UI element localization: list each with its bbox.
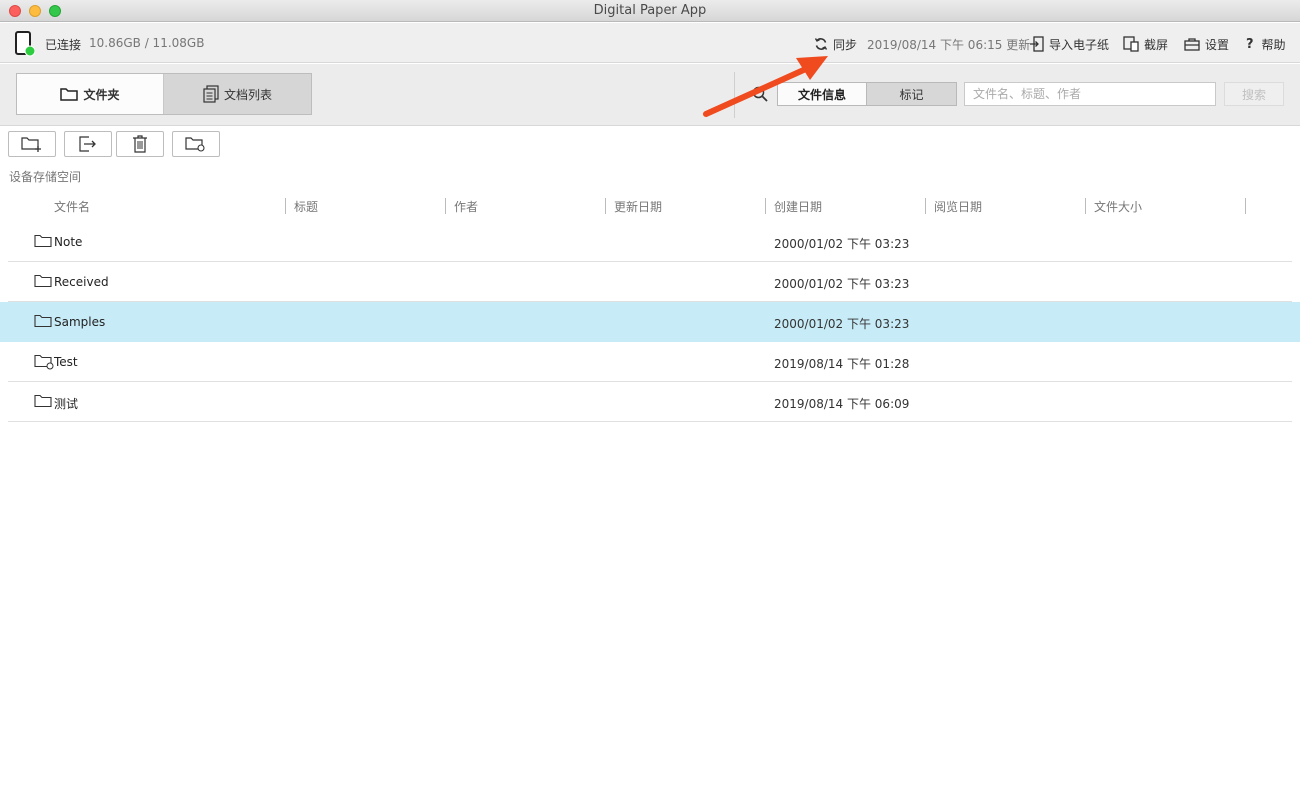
column-resize-handle[interactable] <box>605 198 606 214</box>
tab-folders-label: 文件夹 <box>83 87 120 102</box>
sync-timestamp: 2019/08/14 下午 06:15 更新 <box>867 37 1031 52</box>
file-name: Samples <box>54 315 106 329</box>
column-header-title[interactable]: 标题 <box>294 198 318 215</box>
export-icon <box>79 136 96 152</box>
new-folder-icon <box>21 137 41 152</box>
table-row[interactable]: 测试 2019/08/14 下午 06:09 <box>0 382 1300 422</box>
created-date: 2019/08/14 下午 01:28 <box>774 357 910 371</box>
delete-button[interactable] <box>116 131 164 157</box>
folder-icon <box>34 274 52 288</box>
file-name: 测试 <box>54 397 79 411</box>
search-button[interactable]: 搜索 <box>1224 82 1284 106</box>
export-button[interactable] <box>64 131 112 157</box>
file-name: Test <box>54 355 78 369</box>
new-folder-button[interactable] <box>8 131 56 157</box>
device-connected-icon <box>15 31 35 57</box>
settings-label: 设置 <box>1205 37 1230 52</box>
folder-icon <box>34 234 52 248</box>
tab-document-list-label: 文档列表 <box>223 87 272 102</box>
column-resize-handle[interactable] <box>445 198 446 214</box>
status-bar: 已连接 10.86GB / 11.08GB 同步 2019/08/14 下午 0… <box>0 23 1300 63</box>
table-row[interactable]: Received 2000/01/02 下午 03:23 <box>0 262 1300 302</box>
folder-icon <box>34 314 52 328</box>
table-header: 文件名 标题 作者 更新日期 创建日期 阅览日期 文件大小 <box>0 196 1300 216</box>
segment-marks[interactable]: 标记 <box>867 83 956 105</box>
help-button[interactable]: ? 帮助 <box>1246 35 1286 53</box>
file-name: Note <box>54 235 83 249</box>
column-resize-handle[interactable] <box>1085 198 1086 214</box>
screen-capture-button[interactable]: 截屏 <box>1123 35 1168 53</box>
column-header-modified[interactable]: 更新日期 <box>614 198 662 215</box>
table-row[interactable]: Note 2000/01/02 下午 03:23 <box>0 222 1300 262</box>
column-header-size[interactable]: 文件大小 <box>1094 198 1142 215</box>
import-to-paper-button[interactable]: 导入电子纸 <box>1030 35 1109 53</box>
column-header-author[interactable]: 作者 <box>454 198 478 215</box>
created-date: 2000/01/02 下午 03:23 <box>774 237 910 251</box>
sync-folder-button[interactable] <box>172 131 220 157</box>
search-input[interactable] <box>964 82 1216 106</box>
document-list-icon <box>203 85 219 103</box>
annotation-arrow-icon <box>703 56 828 117</box>
toolbox-icon <box>1184 38 1200 51</box>
row-divider <box>8 421 1292 422</box>
view-tabs: 文件夹 文档列表 <box>16 73 312 115</box>
table-row[interactable]: Test 2019/08/14 下午 01:28 <box>0 342 1300 382</box>
column-header-viewed[interactable]: 阅览日期 <box>934 198 982 215</box>
trash-icon <box>133 135 147 153</box>
window-title: Digital Paper App <box>593 3 707 18</box>
folder-icon <box>60 88 79 101</box>
table-row-selected[interactable]: Samples 2000/01/02 下午 03:23 <box>0 302 1300 342</box>
capture-label: 截屏 <box>1144 37 1169 52</box>
screenshot-icon <box>1123 36 1139 52</box>
created-date: 2000/01/02 下午 03:23 <box>774 317 910 331</box>
column-resize-handle[interactable] <box>1245 198 1246 214</box>
created-date: 2000/01/02 下午 03:23 <box>774 277 910 291</box>
column-header-created[interactable]: 创建日期 <box>774 198 822 215</box>
column-resize-handle[interactable] <box>285 198 286 214</box>
tab-folders[interactable]: 文件夹 <box>17 74 164 114</box>
sync-folder-icon <box>34 354 54 370</box>
title-bar: Digital Paper App <box>0 0 1300 22</box>
app-window: Digital Paper App 已连接 10.86GB / 11.08GB … <box>0 0 1300 800</box>
import-label: 导入电子纸 <box>1049 37 1110 52</box>
storage-location-label: 设备存储空间 <box>9 170 82 184</box>
sync-folder-icon <box>185 137 205 152</box>
tab-document-list[interactable]: 文档列表 <box>164 74 311 114</box>
created-date: 2019/08/14 下午 06:09 <box>774 397 910 411</box>
question-mark-icon: ? <box>1246 36 1254 52</box>
column-resize-handle[interactable] <box>765 198 766 214</box>
column-header-filename[interactable]: 文件名 <box>54 198 90 215</box>
help-label: 帮助 <box>1261 37 1286 52</box>
storage-usage: 10.86GB / 11.08GB <box>89 36 205 50</box>
folder-icon <box>34 394 52 408</box>
column-resize-handle[interactable] <box>925 198 926 214</box>
connection-status: 已连接 <box>45 38 82 52</box>
settings-button[interactable]: 设置 <box>1184 35 1229 53</box>
sync-button[interactable]: 同步 2019/08/14 下午 06:15 更新 <box>814 36 1030 52</box>
import-icon <box>1030 36 1044 52</box>
file-name: Received <box>54 275 109 289</box>
